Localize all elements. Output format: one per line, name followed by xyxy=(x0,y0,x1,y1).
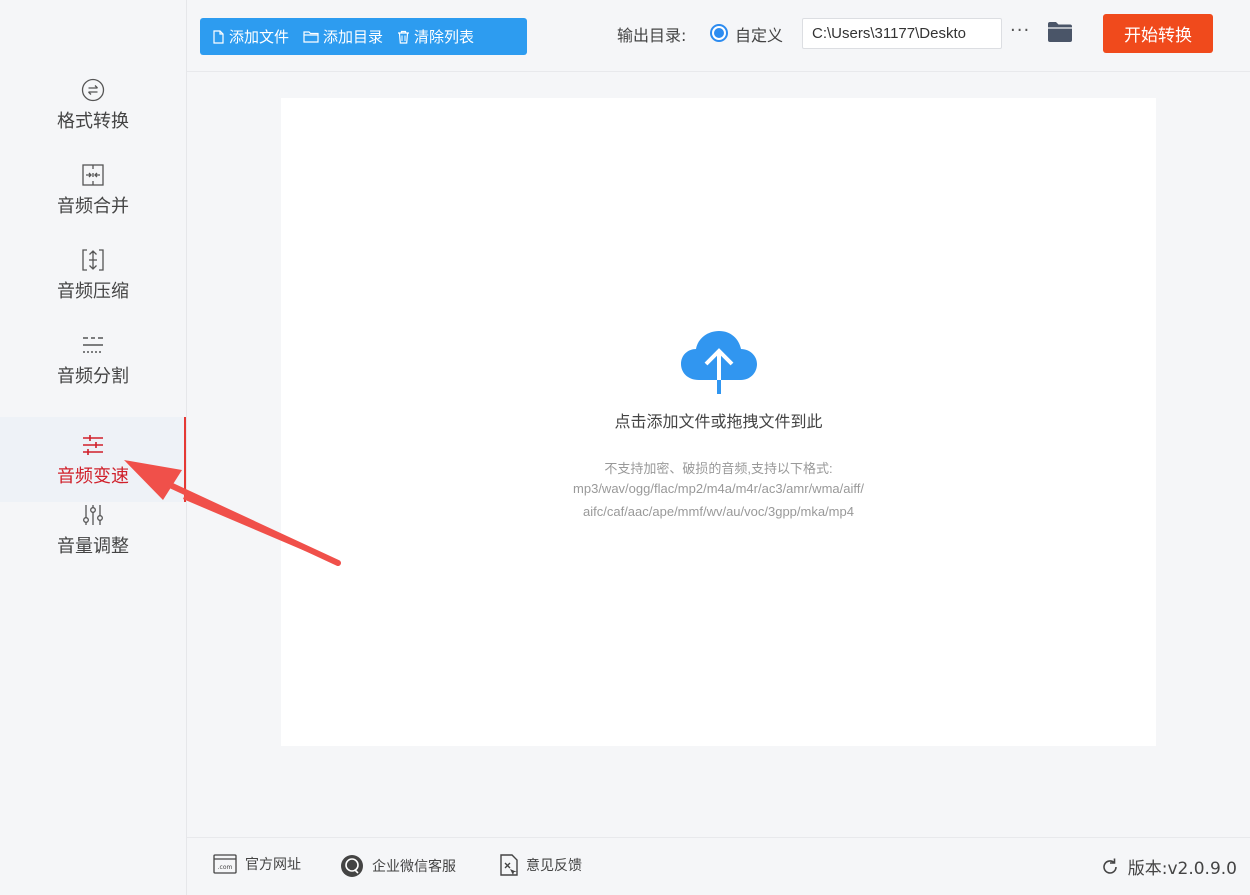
wechat-label: 企业微信客服 xyxy=(372,859,456,875)
audio-speed-icon xyxy=(80,432,106,458)
sidebar-item-audio-split[interactable]: 音频分割 xyxy=(0,317,186,402)
dropzone-note-line1: 不支持加密、破损的音频,支持以下格式: xyxy=(604,461,833,476)
start-convert-button[interactable]: 开始转换 xyxy=(1103,14,1213,53)
output-path-input[interactable]: C:\Users\31177\Deskto xyxy=(802,18,1002,49)
dropzone-title: 点击添加文件或拖拽文件到此 xyxy=(614,412,823,431)
main-area: 点击添加文件或拖拽文件到此 不支持加密、破损的音频,支持以下格式: mp3/wa… xyxy=(187,73,1250,837)
sidebar-item-label: 音频分割 xyxy=(57,365,129,387)
add-file-button[interactable]: 添加文件 xyxy=(212,26,289,47)
website-icon: .com xyxy=(213,854,237,874)
file-icon xyxy=(213,29,224,44)
add-folder-label: 添加目录 xyxy=(323,28,384,46)
wechat-support-icon xyxy=(341,855,363,877)
file-button-group: 添加文件 添加目录 清除列表 xyxy=(200,18,527,55)
add-file-label: 添加文件 xyxy=(229,28,290,46)
trash-icon xyxy=(398,30,410,44)
audio-split-icon xyxy=(80,332,106,358)
cloud-upload-icon xyxy=(681,330,757,398)
sidebar-item-label: 音量调整 xyxy=(57,535,129,557)
dropzone-format-line2: aifc/caf/aac/ape/mmf/wv/au/voc/3gpp/mka/… xyxy=(583,504,854,519)
dropzone-format-line1: mp3/wav/ogg/flac/mp2/m4a/m4r/ac3/amr/wma… xyxy=(573,481,864,496)
clear-list-button[interactable]: 清除列表 xyxy=(397,26,474,47)
volume-adjust-icon xyxy=(80,502,106,528)
official-website-link[interactable]: .com 官方网址 xyxy=(213,854,301,874)
custom-radio[interactable] xyxy=(710,24,728,42)
svg-text:.com: .com xyxy=(218,864,233,871)
feedback-link[interactable]: 意见反馈 xyxy=(500,854,582,876)
format-convert-icon xyxy=(80,77,106,103)
wechat-support-link[interactable]: 企业微信客服 xyxy=(340,854,456,878)
open-folder-icon[interactable] xyxy=(1047,21,1073,47)
custom-radio-label[interactable]: 自定义 xyxy=(735,22,783,46)
version-label: 版本:v2.0.9.0 xyxy=(1127,859,1237,879)
audio-merge-icon xyxy=(80,162,106,188)
sidebar-item-label: 音频压缩 xyxy=(57,280,129,302)
clear-list-label: 清除列表 xyxy=(414,28,475,46)
audio-compress-icon xyxy=(80,247,106,273)
toolbar: 添加文件 添加目录 清除列表 输出目录: 自定义 C:\Users\31177\… xyxy=(187,0,1250,72)
sidebar-item-label: 音频合并 xyxy=(57,195,129,217)
sidebar: 格式转换 音频合并 音频压缩 音频分割 音频变速 音量调整 xyxy=(0,0,187,895)
version-info[interactable]: 版本:v2.0.9.0 xyxy=(1100,854,1237,879)
add-folder-button[interactable]: 添加目录 xyxy=(303,26,383,47)
sidebar-item-format-convert[interactable]: 格式转换 xyxy=(0,62,186,147)
sidebar-item-audio-compress[interactable]: 音频压缩 xyxy=(0,232,186,317)
footer: .com 官方网址 企业微信客服 意见反馈 版本:v2.0.9.0 xyxy=(187,837,1250,895)
website-label: 官方网址 xyxy=(245,857,301,873)
sidebar-item-label: 音频变速 xyxy=(57,465,129,487)
folder-outline-icon xyxy=(303,31,319,43)
file-dropzone[interactable]: 点击添加文件或拖拽文件到此 不支持加密、破损的音频,支持以下格式: mp3/wa… xyxy=(281,98,1156,746)
sidebar-item-audio-merge[interactable]: 音频合并 xyxy=(0,147,186,232)
sidebar-item-label: 格式转换 xyxy=(57,110,129,132)
feedback-label: 意见反馈 xyxy=(526,858,582,874)
sidebar-item-volume-adjust[interactable]: 音量调整 xyxy=(0,487,186,572)
feedback-icon xyxy=(500,854,518,876)
refresh-icon xyxy=(1102,858,1117,874)
more-options-button[interactable]: ··· xyxy=(1010,20,1030,41)
output-dir-label: 输出目录: xyxy=(617,26,687,45)
